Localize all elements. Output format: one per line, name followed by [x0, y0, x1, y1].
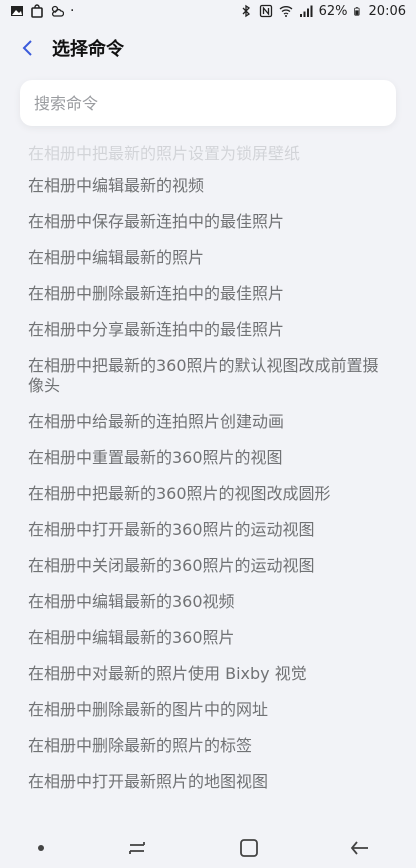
partially-scrolled-item[interactable]: 在相册中把最新的照片设置为锁屏壁纸	[28, 140, 300, 164]
command-item[interactable]: 在相册中编辑最新的照片	[28, 248, 388, 268]
search-input[interactable]	[32, 79, 396, 127]
search-card	[20, 79, 396, 127]
signal-icon	[299, 5, 313, 17]
back-arrow-icon	[351, 841, 369, 855]
back-button[interactable]	[6, 26, 50, 70]
command-list: 在相册中编辑最新的视频 在相册中保存最新连拍中的最佳照片 在相册中编辑最新的照片…	[28, 176, 388, 808]
command-item[interactable]: 在相册中删除最新连拍中的最佳照片	[28, 284, 388, 304]
nav-dot-button[interactable]	[26, 830, 56, 866]
command-item[interactable]: 在相册中打开最新的360照片的运动视图	[28, 520, 388, 540]
recent-apps-button[interactable]	[107, 830, 167, 866]
status-bar: · 62% 20:06	[0, 0, 416, 22]
command-item[interactable]: 在相册中编辑最新的视频	[28, 176, 388, 196]
recent-apps-icon	[129, 842, 146, 854]
wifi-icon	[279, 6, 293, 17]
page-title: 选择命令	[52, 39, 124, 60]
battery-icon	[353, 7, 360, 16]
command-list-container[interactable]: 在相册中把最新的照片设置为锁屏壁纸 在相册中编辑最新的视频 在相册中保存最新连拍…	[0, 140, 416, 820]
dot-icon	[37, 845, 44, 851]
battery-percent: 62%	[318, 3, 348, 19]
command-item[interactable]: 在相册中删除最新的照片的标签	[28, 736, 388, 756]
more-notifications-dot: ·	[70, 3, 75, 19]
weather-notification-icon	[51, 5, 64, 17]
command-item[interactable]: 在相册中编辑最新的360照片	[28, 628, 388, 648]
status-right: 62% 20:06	[239, 4, 406, 19]
home-square-icon	[239, 839, 258, 857]
chevron-left-icon	[22, 40, 32, 56]
command-item[interactable]: 在相册中打开最新照片的地图视图	[28, 772, 388, 792]
navigation-bar	[0, 828, 416, 868]
clock: 20:06	[368, 3, 406, 19]
status-left: ·	[10, 3, 74, 19]
command-item[interactable]: 在相册中对最新的照片使用 Bixby 视觉	[28, 664, 388, 684]
command-item[interactable]: 在相册中把最新的360照片的默认视图改成前置摄像头	[28, 356, 388, 396]
command-item[interactable]: 在相册中编辑最新的360视频	[28, 592, 388, 612]
command-item[interactable]: 在相册中给最新的连拍照片创建动画	[28, 412, 388, 432]
command-item[interactable]: 在相册中分享最新连拍中的最佳照片	[28, 320, 388, 340]
bluetooth-icon	[242, 4, 250, 18]
command-item[interactable]: 在相册中关闭最新的360照片的运动视图	[28, 556, 388, 576]
home-button[interactable]	[219, 830, 279, 866]
nfc-icon	[259, 4, 272, 18]
command-item[interactable]: 在相册中保存最新连拍中的最佳照片	[28, 212, 388, 232]
nav-back-button[interactable]	[330, 830, 390, 866]
header: 选择命令	[0, 22, 416, 74]
command-item[interactable]: 在相册中把最新的360照片的视图改成圆形	[28, 484, 388, 504]
bag-notification-icon	[31, 4, 43, 18]
command-item[interactable]: 在相册中重置最新的360照片的视图	[28, 448, 388, 468]
command-item[interactable]: 在相册中删除最新的图片中的网址	[28, 700, 388, 720]
gallery-notification-icon	[11, 6, 23, 16]
